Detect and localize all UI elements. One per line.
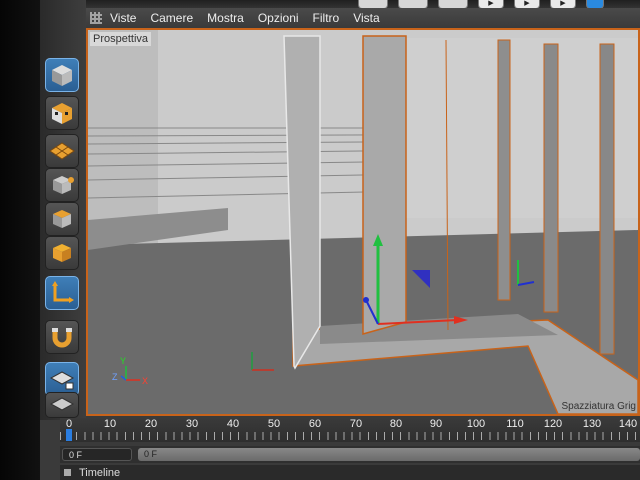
ruler-ticks (60, 432, 640, 440)
frame-range-slider[interactable]: 0 F (138, 448, 640, 461)
tick-label: 70 (349, 418, 363, 430)
tick-label: 0 (65, 418, 73, 430)
tick-label: 110 (506, 418, 524, 430)
workplane-grid-icon (49, 142, 75, 160)
timeline-header: Timeline (60, 465, 640, 480)
tick-label: 120 (543, 418, 563, 430)
playhead[interactable] (66, 429, 72, 441)
polygons-mode-icon (53, 244, 71, 262)
menu-opzioni[interactable]: Opzioni (258, 11, 299, 25)
axis-y-label: Y (120, 356, 126, 366)
points-mode-button[interactable] (45, 168, 79, 202)
timeline-toggle-icon[interactable] (64, 469, 71, 476)
texture-mode-button[interactable] (45, 96, 79, 130)
tick-label: 50 (267, 418, 281, 430)
timeline-ruler[interactable]: 0 10 20 30 40 50 60 70 80 90 100 110 120… (60, 418, 640, 442)
locked-workplane-button[interactable] (45, 362, 79, 396)
snap-magnet-icon (52, 328, 72, 348)
menu-camere[interactable]: Camere (150, 11, 193, 25)
planar-workplane-icon (49, 397, 75, 411)
menu-mostra[interactable]: Mostra (207, 11, 244, 25)
tick-label: 10 (103, 418, 117, 430)
menu-viste[interactable]: Viste (110, 11, 136, 25)
scene-canvas[interactable]: Y Z X (88, 30, 638, 414)
current-frame-value: 0 F (144, 449, 158, 459)
timeline-label: Timeline (79, 466, 121, 479)
planar-workplane-button[interactable] (45, 392, 79, 418)
points-mode-icon (53, 176, 74, 194)
menu-vista[interactable]: Vista (353, 11, 379, 25)
tick-label: 130 (582, 418, 602, 430)
workplane-button[interactable] (45, 134, 79, 168)
tick-label: 60 (308, 418, 322, 430)
tick-label: 140 (618, 418, 638, 430)
tick-label: 30 (185, 418, 199, 430)
model-cube-icon (52, 65, 72, 86)
axis-enable-icon (52, 281, 74, 303)
viewport-menu-bar: Viste Camere Mostra Opzioni Filtro Vista (86, 8, 640, 28)
grid-spacing-text: Spazziatura Grig (561, 401, 636, 412)
left-toolbar (40, 0, 86, 420)
texture-checker-icon (52, 103, 72, 124)
frame-range-bar: 0 F 0 F (60, 446, 640, 463)
axis-x-label: X (142, 376, 148, 386)
perspective-viewport[interactable]: Y Z X Prospettiva Spazziatura Grig (86, 28, 640, 416)
locked-workplane-icon (49, 371, 75, 390)
tick-label: 90 (429, 418, 443, 430)
start-frame-field[interactable]: 0 F (62, 448, 132, 461)
axis-mode-button[interactable] (45, 276, 79, 310)
axis-z-label: Z (112, 372, 118, 382)
menu-filtro[interactable]: Filtro (313, 11, 340, 25)
viewport-label: Prospettiva (90, 32, 152, 46)
polygons-mode-button[interactable] (45, 236, 79, 270)
grid-menu-icon[interactable] (90, 12, 102, 24)
tick-label: 80 (389, 418, 403, 430)
tick-label: 40 (226, 418, 240, 430)
tick-label: 100 (466, 418, 486, 430)
model-mode-button[interactable] (45, 58, 79, 92)
tick-label: 20 (144, 418, 158, 430)
snap-button[interactable] (45, 320, 79, 354)
top-toolbar (40, 0, 640, 9)
edges-mode-button[interactable] (45, 202, 79, 236)
edges-mode-icon (53, 210, 71, 228)
